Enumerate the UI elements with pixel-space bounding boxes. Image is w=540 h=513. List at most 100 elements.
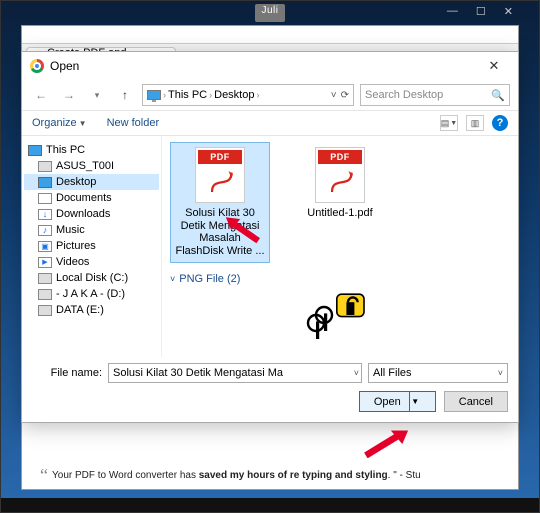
- quote-mark-icon: “: [40, 470, 48, 480]
- search-placeholder: Search Desktop: [365, 89, 443, 101]
- tree-label: - J A K A - (D:): [56, 288, 125, 300]
- tree-item[interactable]: Downloads: [24, 206, 159, 222]
- breadcrumb-desktop[interactable]: Desktop: [214, 89, 254, 101]
- pdf-file-icon: PDF: [195, 147, 245, 203]
- dialog-buttons: Open ▼ Cancel: [22, 385, 518, 422]
- nav-tree[interactable]: This PC ASUS_T00I Desktop Documents Download…: [22, 136, 162, 357]
- filetype-filter[interactable]: All Files ˅: [368, 363, 508, 383]
- nav-back-icon[interactable]: ←: [30, 84, 52, 106]
- tree-label: Music: [56, 224, 85, 236]
- pdf-band: PDF: [318, 150, 362, 164]
- tree-item[interactable]: - J A K A - (D:): [24, 286, 159, 302]
- file-pane[interactable]: PDF Solusi Kilat 30 Detik Mengatasi Masa…: [162, 136, 518, 357]
- chevron-down-icon: ˅: [170, 274, 175, 284]
- breadcrumb-refresh-icon[interactable]: ⟳: [341, 90, 349, 101]
- tree-item[interactable]: Local Disk (C:): [24, 270, 159, 286]
- nav-forward-icon: →: [58, 84, 80, 106]
- toolbar: Organize▼ New folder ▤▼ ▥ ?: [22, 110, 518, 136]
- png-group-header[interactable]: ˅ PNG File (2): [170, 273, 510, 285]
- dialog-title: Open: [50, 59, 79, 73]
- cancel-label: Cancel: [459, 396, 493, 408]
- open-file-dialog: Open ✕ ← → ▾ ↑ › This PC › Desktop › ˅ ⟳…: [21, 51, 519, 423]
- window-controls-bg: — ☐ ✕: [447, 5, 513, 18]
- filter-value: All Files: [373, 367, 412, 379]
- preview-pane-button[interactable]: ▥: [466, 115, 484, 131]
- view-mode-button[interactable]: ▤▼: [440, 115, 458, 131]
- chrome-icon: [30, 59, 44, 73]
- pdf-band: PDF: [198, 150, 242, 164]
- tree-label: Pictures: [56, 240, 96, 252]
- tree-label: Local Disk (C:): [56, 272, 128, 284]
- file-item[interactable]: PDF Untitled-1.pdf: [290, 142, 390, 225]
- open-button[interactable]: Open ▼: [359, 391, 436, 412]
- thispc-icon: [147, 90, 161, 100]
- badge-text: Juli: [255, 4, 284, 22]
- nav-up-icon[interactable]: ↑: [114, 84, 136, 106]
- breadcrumb[interactable]: › This PC › Desktop › ˅ ⟳: [142, 84, 354, 106]
- pdf-file-icon: PDF: [315, 147, 365, 203]
- tree-label: This PC: [46, 144, 85, 156]
- organize-label: Organize: [32, 117, 77, 129]
- chevron-down-icon[interactable]: ˅: [354, 368, 359, 378]
- tree-label: Documents: [56, 192, 112, 204]
- chevron-right-icon: ›: [256, 90, 259, 100]
- open-split-dropdown[interactable]: ▼: [409, 392, 421, 411]
- tree-item-icon: [38, 209, 52, 220]
- tree-item-icon: [38, 193, 52, 204]
- tree-item[interactable]: ASUS_T00I: [24, 158, 159, 174]
- filename-value: Solusi Kilat 30 Detik Mengatasi Ma: [113, 367, 283, 379]
- tree-label: Videos: [56, 256, 89, 268]
- filename-label: File name:: [32, 367, 102, 379]
- filename-row: File name: Solusi Kilat 30 Detik Mengata…: [22, 357, 518, 385]
- nav-row: ← → ▾ ↑ › This PC › Desktop › ˅ ⟳ Search…: [22, 80, 518, 110]
- tree-item-icon: [38, 257, 52, 268]
- png-thumbnail[interactable]: [170, 291, 510, 339]
- organize-menu[interactable]: Organize▼: [32, 117, 87, 129]
- tree-item[interactable]: Documents: [24, 190, 159, 206]
- open-label: Open: [374, 396, 401, 408]
- file-label: Solusi Kilat 30 Detik Mengatasi Masalah …: [175, 207, 265, 258]
- quote-bold: saved my hours of re typing and styling: [199, 470, 388, 481]
- tree-item[interactable]: Desktop: [24, 174, 159, 190]
- breadcrumb-dropdown-icon[interactable]: ˅: [331, 90, 337, 101]
- nav-recent-icon[interactable]: ▾: [86, 84, 108, 106]
- search-input[interactable]: Search Desktop 🔍: [360, 84, 510, 106]
- maximize-icon[interactable]: ☐: [476, 5, 486, 18]
- tree-item-icon: [38, 241, 52, 252]
- close-icon[interactable]: ✕: [504, 5, 513, 18]
- dialog-titlebar: Open ✕: [22, 52, 518, 80]
- new-folder-button[interactable]: New folder: [107, 117, 160, 129]
- tree-item[interactable]: Music: [24, 222, 159, 238]
- dialog-close-button[interactable]: ✕: [478, 56, 510, 76]
- tree-label: DATA (E:): [56, 304, 104, 316]
- file-label: Untitled-1.pdf: [295, 207, 385, 220]
- group-label: PNG File (2): [179, 273, 240, 285]
- tree-label: Desktop: [56, 176, 96, 188]
- cancel-button[interactable]: Cancel: [444, 391, 508, 412]
- tree-item[interactable]: Videos: [24, 254, 159, 270]
- file-item[interactable]: PDF Solusi Kilat 30 Detik Mengatasi Masa…: [170, 142, 270, 263]
- monitor-icon: [28, 145, 42, 156]
- tree-item-icon: [38, 161, 52, 172]
- browser-titlebar: [22, 26, 518, 44]
- quote-line-2: “ Your PDF to Word converter has saved m…: [40, 470, 500, 481]
- breadcrumb-thispc[interactable]: This PC: [168, 89, 207, 101]
- tree-root-thispc[interactable]: This PC: [24, 142, 159, 158]
- chevron-right-icon: ›: [163, 90, 166, 100]
- search-icon: 🔍: [491, 89, 505, 102]
- tree-item-icon: [38, 273, 52, 284]
- tree-item[interactable]: Pictures: [24, 238, 159, 254]
- tree-item-icon: [38, 305, 52, 316]
- quote-prefix: Your PDF to Word converter has: [52, 470, 199, 481]
- tree-item-icon: [38, 289, 52, 300]
- taskbar: [1, 498, 539, 512]
- tree-label: Downloads: [56, 208, 110, 220]
- tree-item-icon: [38, 225, 52, 236]
- help-button[interactable]: ?: [492, 115, 508, 131]
- minimize-icon[interactable]: —: [447, 5, 458, 18]
- tree-item[interactable]: DATA (E:): [24, 302, 159, 318]
- quote-suffix: . " - Stu: [388, 470, 421, 481]
- chevron-right-icon: ›: [209, 90, 212, 100]
- filename-input[interactable]: Solusi Kilat 30 Detik Mengatasi Ma ˅: [108, 363, 362, 383]
- chevron-down-icon[interactable]: ˅: [498, 368, 503, 378]
